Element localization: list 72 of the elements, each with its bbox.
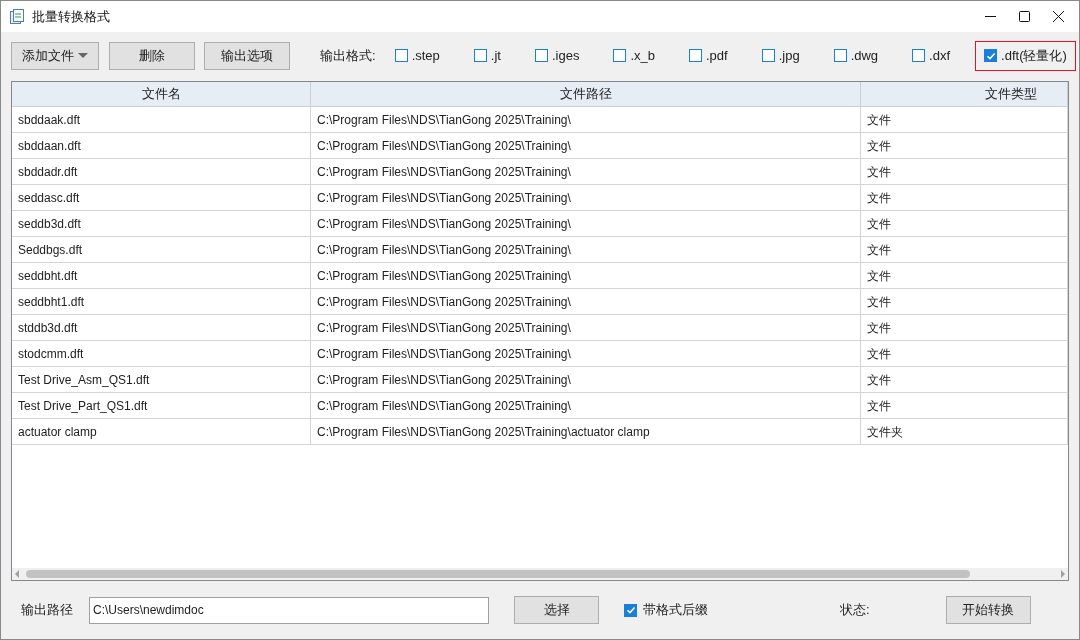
horizontal-scrollbar-thumb[interactable] (26, 570, 970, 578)
maximize-icon (1018, 11, 1030, 22)
table-cell: stddb3d.dft (12, 315, 311, 340)
table-cell: C:\Program Files\NDS\TianGong 2025\Training\ (311, 263, 861, 288)
table-cell: Test Drive_Part_QS1.dft (12, 393, 311, 418)
close-icon (1052, 11, 1064, 22)
format-checkbox[interactable]: .jpg (752, 40, 809, 71)
format-checkbox[interactable]: .jt (464, 40, 510, 71)
window-title: 批量转换格式 (32, 7, 110, 26)
table-cell: C:\Program Files\NDS\TianGong 2025\Training\ (311, 367, 861, 392)
table-cell: sbddaan.dft (12, 133, 311, 158)
checkmark-icon (985, 50, 996, 61)
table-cell: actuator clamp (12, 419, 311, 444)
table-cell: 文件 (861, 211, 1068, 236)
table-cell: 文件 (861, 289, 1068, 314)
table-cell: 文件 (861, 133, 1068, 158)
suffix-checkbox[interactable]: 带格式后缀 (624, 600, 708, 620)
table-cell: 文件 (861, 237, 1068, 262)
minimize-icon (984, 16, 996, 17)
table-cell: 文件 (861, 341, 1068, 366)
format-checkbox[interactable]: .dxf (903, 40, 960, 71)
table-cell: stodcmm.dft (12, 341, 311, 366)
table-cell: C:\Program Files\NDS\TianGong 2025\Training\actuator clamp (311, 419, 861, 444)
table-cell: seddb3d.dft (12, 211, 311, 236)
format-checkbox[interactable]: .iges (525, 40, 589, 71)
checkmark-icon (625, 605, 636, 615)
table-cell: 文件 (861, 315, 1068, 340)
start-convert-button[interactable]: 开始转换 (945, 596, 1031, 624)
table-cell: C:\Program Files\NDS\TianGong 2025\Training\ (311, 289, 861, 314)
table-cell: Test Drive_Asm_QS1.dft (12, 367, 311, 392)
format-checkbox[interactable]: .step (385, 40, 449, 71)
scroll-right-icon[interactable] (1060, 570, 1066, 578)
table-cell: Seddbgs.dft (12, 237, 311, 262)
table-cell: 文件夹 (861, 419, 1068, 444)
column-header[interactable]: 文件路径 (311, 82, 861, 106)
toolbar-button[interactable]: 输出选项 (204, 41, 290, 70)
table-cell: 文件 (861, 107, 1068, 132)
table-cell: 文件 (861, 393, 1068, 418)
scroll-left-icon[interactable] (14, 570, 20, 578)
table-cell: seddbht1.dft (12, 289, 311, 314)
format-checkbox[interactable]: .dft(轻量化) (975, 40, 1076, 71)
app-icon (10, 9, 24, 24)
toolbar-button[interactable]: 删除 (109, 41, 195, 70)
table-cell: seddbht.dft (12, 263, 311, 288)
table-cell: C:\Program Files\NDS\TianGong 2025\Training\ (311, 315, 861, 340)
output-path-label: 输出路径 (21, 601, 73, 620)
add-file-dropdown-button[interactable]: 添加文件 (11, 41, 99, 70)
table-cell: seddasc.dft (12, 185, 311, 210)
table-cell: C:\Program Files\NDS\TianGong 2025\Training\ (311, 237, 861, 262)
column-header[interactable]: 文件名 (12, 82, 311, 106)
table-cell: C:\Program Files\NDS\TianGong 2025\Training\ (311, 107, 861, 132)
format-checkbox[interactable]: .pdf (680, 40, 737, 71)
output-path-field[interactable]: C:\Users\newdimdoc (89, 596, 489, 624)
table-cell: C:\Program Files\NDS\TianGong 2025\Training\ (311, 185, 861, 210)
table-cell: C:\Program Files\NDS\TianGong 2025\Training\ (311, 341, 861, 366)
table-cell: 文件 (861, 367, 1068, 392)
output-format-label: 输出格式: (320, 46, 376, 65)
choose-button[interactable]: 选择 (514, 596, 599, 624)
format-checkbox[interactable]: .dwg (824, 40, 888, 71)
table-cell: C:\Program Files\NDS\TianGong 2025\Training\ (311, 393, 861, 418)
table-cell: 文件 (861, 159, 1068, 184)
table-cell: C:\Program Files\NDS\TianGong 2025\Training\ (311, 159, 861, 184)
table-cell: C:\Program Files\NDS\TianGong 2025\Training\ (311, 211, 861, 236)
column-header[interactable]: 文件类型 (861, 82, 1068, 106)
table-cell: C:\Program Files\NDS\TianGong 2025\Training\ (311, 133, 861, 158)
table-cell: 文件 (861, 185, 1068, 210)
table-cell: 文件 (861, 263, 1068, 288)
status-label: 状态: (840, 601, 870, 620)
caret-icon (78, 53, 88, 58)
table-cell: sbddaak.dft (12, 107, 311, 132)
table-cell: sbddadr.dft (12, 159, 311, 184)
format-checkbox[interactable]: .x_b (604, 40, 664, 71)
